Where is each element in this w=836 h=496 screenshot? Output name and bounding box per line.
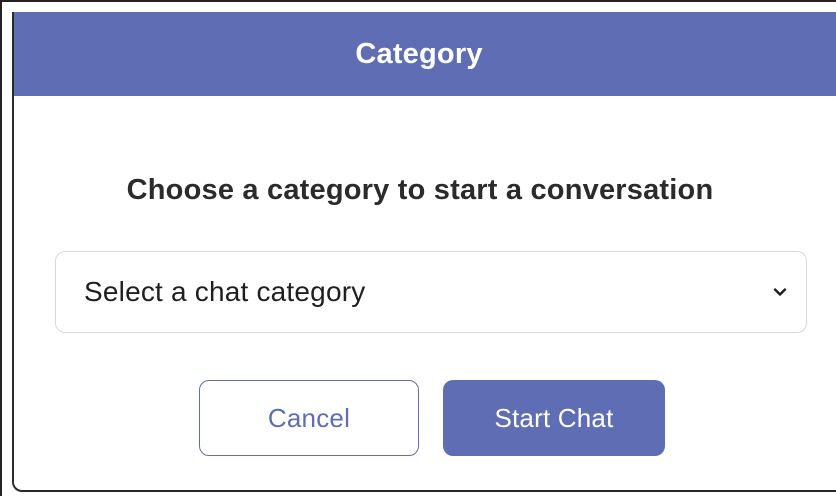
start-chat-button[interactable]: Start Chat: [443, 380, 665, 456]
category-select-value: Select a chat category: [84, 276, 366, 307]
dialog-title: Category: [355, 37, 483, 70]
dialog-prompt: Choose a category to start a conversatio…: [126, 174, 714, 206]
dialog-header: Category: [14, 12, 836, 96]
category-select[interactable]: Select a chat category: [55, 251, 807, 333]
chevron-down-icon: [772, 284, 788, 300]
screen-frame: Category Choose a category to start a co…: [0, 0, 836, 496]
category-dialog: Category Choose a category to start a co…: [12, 12, 836, 492]
cancel-button[interactable]: Cancel: [199, 380, 419, 456]
